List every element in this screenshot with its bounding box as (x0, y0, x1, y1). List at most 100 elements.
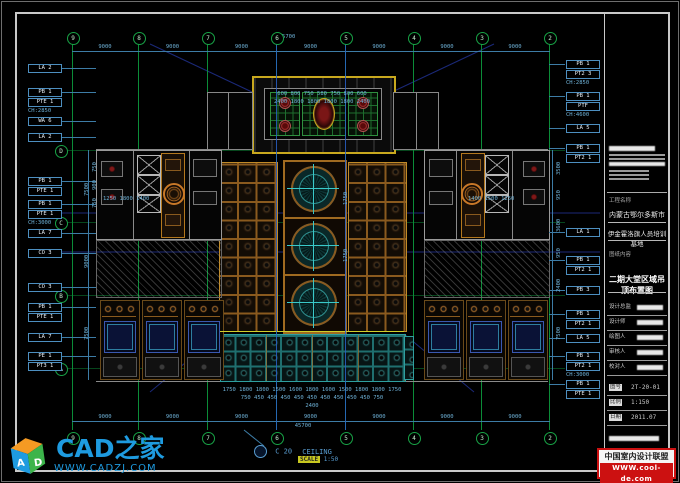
finish-tag: PB 1PT2 1CH:3000 (566, 352, 600, 379)
tag-code: PT2 1 (566, 320, 600, 329)
project-name-line1: 内蒙古鄂尔多斯市 (606, 210, 668, 220)
tag-leader (62, 307, 96, 308)
right-module-2 (466, 300, 506, 380)
small-room-panel (193, 159, 217, 177)
tag-leader (62, 253, 96, 254)
sign-row: 设计师 (607, 315, 667, 331)
room-right-of-entrance (393, 92, 439, 150)
finish-tag: PB 1PTE 1CH:2850 (28, 88, 62, 115)
contact-text-bar (609, 174, 649, 176)
band-accent-line (220, 331, 404, 332)
scale-chip: SCALE (298, 456, 320, 463)
wall-line (133, 151, 134, 239)
dimension-text: 900 (92, 180, 98, 190)
tag-code: PE 1 (28, 352, 62, 361)
grid-bubble: 5 (340, 432, 353, 445)
dome-crosshair-v (313, 164, 314, 214)
dimension-text: 45700 (295, 423, 312, 429)
left-module-3 (184, 300, 224, 380)
dimension-text: 2400 1800 1800 1800 1800 2400 (274, 99, 370, 105)
sign-row: 设计总监 (607, 300, 667, 316)
title-block: 工程名称 内蒙古鄂尔多斯市 伊金霍洛旗人员培训基地 图纸内容 二期大堂区域吊顶布… (604, 12, 669, 468)
dimension-text: 9000 (98, 414, 111, 420)
scale-value: 1:50 (324, 456, 338, 463)
tb-separator (607, 192, 667, 193)
dimension-text: 750 (92, 162, 98, 172)
module-navy-panel (470, 321, 502, 353)
dimension-text: 600 800 750 580 750 800 600 (277, 91, 366, 97)
tag-code: LA 5 (566, 124, 600, 133)
sign-row: 校对人 (607, 360, 667, 376)
dome-crosshair-v (313, 221, 314, 271)
sign-label: 审核人 (609, 349, 626, 355)
finish-tag: PB 1PT2 1 (566, 256, 600, 275)
design-alliance-banner[interactable]: 中国室内设计联盟 WWW.cool-de.com (597, 448, 676, 479)
finish-tag: CO 3 (28, 249, 62, 258)
signature-bar (637, 335, 663, 340)
grid-column-line (72, 44, 73, 430)
tag-code: PB 1 (566, 256, 600, 265)
logo-title: CAD之家 (56, 436, 164, 462)
signature-bar (637, 350, 663, 355)
corridor-medallion (163, 183, 185, 205)
coffer-grid-left (219, 162, 278, 332)
dimension-text: 1250 1800 1400 (103, 196, 149, 202)
tag-ceiling-height: CH:4600 (566, 112, 600, 119)
grid-bubble: 2 (544, 32, 557, 45)
tag-code: PB 1 (566, 144, 600, 153)
dimension-text: 9000 (440, 414, 453, 420)
elevator-shaft (137, 155, 161, 175)
module-rosette-row (426, 302, 460, 317)
finish-tag: LA 5 (566, 124, 600, 133)
finish-tag: LA 1 (566, 228, 600, 237)
wall-line (189, 151, 190, 239)
finish-tag: PB 1PTE 1 (28, 303, 62, 322)
tag-leader (549, 148, 565, 149)
tag-code: PTE 1 (28, 98, 62, 107)
wall-line (512, 151, 513, 239)
field-value: 2011.07 (631, 414, 656, 421)
detail-circle-icon (254, 445, 267, 458)
dimension-text: 9000 (304, 414, 317, 420)
finish-tag: PB 3 (566, 286, 600, 295)
ceiling-band (220, 334, 406, 382)
cube-letter-d: D (33, 457, 43, 469)
tag-code: PB 1 (566, 60, 600, 69)
dimension-text: 9000 (235, 44, 248, 50)
wall-line (416, 93, 417, 149)
dimension-text: 9000 (372, 44, 385, 50)
tb-underline (608, 292, 666, 293)
tag-code: PT2 3 (566, 70, 600, 79)
right-hatch-area (424, 240, 550, 298)
signature-bar (637, 365, 663, 370)
elevator-shaft (137, 175, 161, 195)
tag-leader (549, 260, 565, 261)
field-row: 图号2T-20-01 (607, 380, 667, 396)
tag-leader (62, 181, 96, 182)
logo-url[interactable]: WWW.CADZJ.COM (54, 463, 157, 474)
tag-leader (549, 314, 565, 315)
grid-bubble: 4 (408, 432, 421, 445)
signature-bar (637, 305, 663, 310)
tag-code: PB 3 (566, 286, 600, 295)
rosette-red (531, 194, 537, 200)
finish-tag: LA 2 (28, 133, 62, 142)
field-label: 图号 (609, 384, 622, 391)
room-left-of-entrance (207, 92, 253, 150)
tag-leader (62, 233, 96, 234)
module-navy-panel (104, 321, 136, 353)
dimension-text: 9000 (166, 414, 179, 420)
tag-leader (549, 64, 565, 65)
module-rosette-row (468, 302, 502, 317)
tag-ceiling-height: CH:3000 (28, 220, 62, 227)
grid-bubble: 4 (408, 32, 421, 45)
dimension-text: 750 (92, 198, 98, 208)
tag-code: PB 1 (28, 200, 62, 209)
drawing-code: C 20 (275, 448, 292, 456)
dimension-text: 9000 (84, 255, 90, 268)
rosette-red (279, 120, 291, 132)
tag-code: PTE 1 (28, 187, 62, 196)
module-foot-panel (103, 357, 137, 377)
tag-code: PT2 1 (566, 362, 600, 371)
tag-code: PT2 1 (566, 154, 600, 163)
